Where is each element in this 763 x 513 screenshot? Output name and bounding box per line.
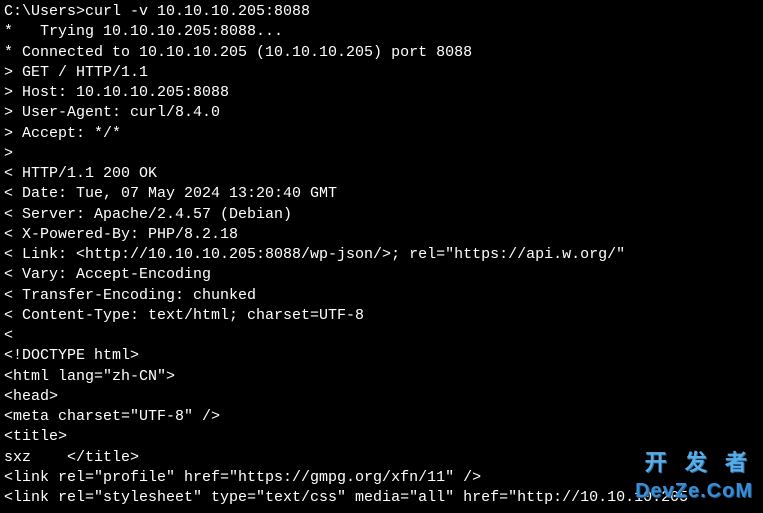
terminal-line: sxz </title>	[4, 448, 759, 468]
terminal-line: <title>	[4, 427, 759, 447]
terminal-line: <meta charset="UTF-8" />	[4, 407, 759, 427]
terminal-line: <html lang="zh-CN">	[4, 367, 759, 387]
terminal-line: >	[4, 144, 759, 164]
terminal-line: > Accept: */*	[4, 124, 759, 144]
terminal-line: > GET / HTTP/1.1	[4, 63, 759, 83]
terminal-line: > Host: 10.10.10.205:8088	[4, 83, 759, 103]
terminal-output[interactable]: C:\Users>curl -v 10.10.10.205:8088 * Try…	[4, 2, 759, 508]
terminal-line: < Transfer-Encoding: chunked	[4, 286, 759, 306]
terminal-line: > User-Agent: curl/8.4.0	[4, 103, 759, 123]
terminal-line: < Vary: Accept-Encoding	[4, 265, 759, 285]
terminal-line: C:\Users>curl -v 10.10.10.205:8088	[4, 2, 759, 22]
terminal-line: <!DOCTYPE html>	[4, 346, 759, 366]
terminal-line: * Trying 10.10.10.205:8088...	[4, 22, 759, 42]
terminal-line: < Content-Type: text/html; charset=UTF-8	[4, 306, 759, 326]
terminal-line: < Link: <http://10.10.10.205:8088/wp-jso…	[4, 245, 759, 265]
terminal-line: < HTTP/1.1 200 OK	[4, 164, 759, 184]
terminal-line: <head>	[4, 387, 759, 407]
terminal-line: * Connected to 10.10.10.205 (10.10.10.20…	[4, 43, 759, 63]
terminal-line: < Server: Apache/2.4.57 (Debian)	[4, 205, 759, 225]
terminal-line: <	[4, 326, 759, 346]
terminal-line: < Date: Tue, 07 May 2024 13:20:40 GMT	[4, 184, 759, 204]
terminal-line: <link rel="profile" href="https://gmpg.o…	[4, 468, 759, 488]
terminal-line: < X-Powered-By: PHP/8.2.18	[4, 225, 759, 245]
terminal-line: <link rel="stylesheet" type="text/css" m…	[4, 488, 759, 508]
